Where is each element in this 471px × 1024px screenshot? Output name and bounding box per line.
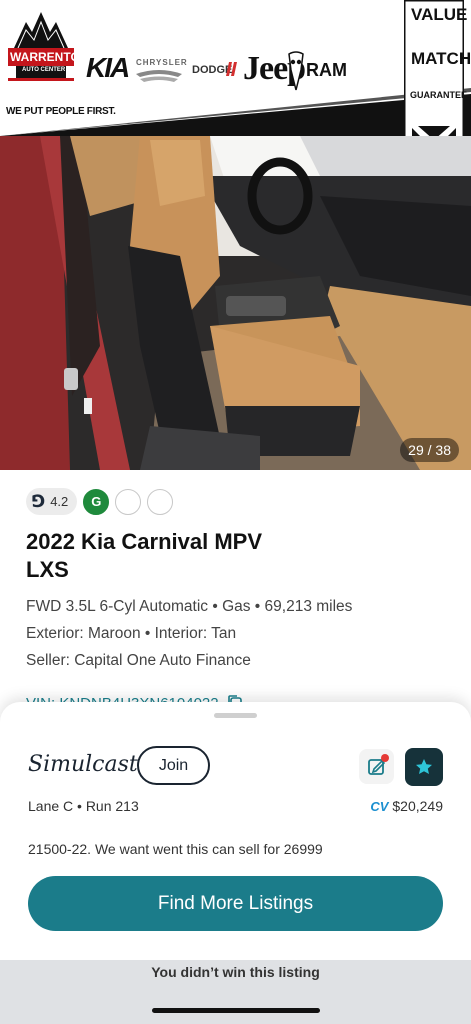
- dodge-stripes-icon: [226, 62, 237, 76]
- edit-note-button[interactable]: [359, 749, 394, 784]
- price-value: $20,249: [392, 798, 443, 814]
- dealer-banner: WARRENTON AUTO CENTER WE PUT PEOPLE FIRS…: [0, 0, 471, 136]
- listing-title: 2022 Kia Carnival MPV LXS: [26, 528, 446, 584]
- dealer-name: WARRENTON: [10, 50, 89, 64]
- brand-chrysler-logo: CHRYSLER: [136, 58, 188, 67]
- join-button[interactable]: Join: [137, 746, 210, 785]
- dealer-subname: AUTO CENTER: [22, 67, 66, 73]
- spec-colors: Exterior: Maroon • Interior: Tan: [26, 625, 237, 642]
- badge-line-match: MATCH: [411, 49, 471, 68]
- photo-counter-badge: 29 / 38: [400, 438, 459, 462]
- edit-icon: [368, 754, 389, 775]
- brand-ram-logo: RAM: [306, 60, 347, 80]
- sheet-drag-handle[interactable]: [214, 713, 257, 718]
- chrysler-wings-logo: [136, 70, 182, 82]
- badge-line-guarantee: GUARANTEE: [410, 90, 468, 100]
- vehicle-photo[interactable]: [0, 136, 471, 470]
- grade-badge-active[interactable]: G: [83, 488, 110, 515]
- grade-badge-empty[interactable]: [147, 488, 174, 515]
- user-note: 21500-22. We want went this can sell for…: [28, 841, 323, 857]
- listing-title-line1: 2022 Kia Carnival MPV: [26, 529, 263, 554]
- price-estimate: CV $20,249: [370, 798, 443, 814]
- google-rating-score: 4.2: [50, 494, 69, 509]
- simulcast-bottom-sheet: Simulcast Join Lane C • Run 213 CV $20,2…: [0, 702, 471, 960]
- badge-line-value: VALUE: [411, 5, 468, 24]
- g-logo-icon: ⅁: [32, 491, 46, 511]
- rating-row: ⅁ 4.2 G: [26, 488, 174, 515]
- warrenton-logo: [8, 12, 74, 81]
- spec-drivetrain-miles: FWD 3.5L 6-Cyl Automatic • Gas • 69,213 …: [26, 598, 353, 615]
- listing-status-footer: You didn’t win this listing: [0, 960, 471, 1024]
- listing-title-line2: LXS: [26, 557, 69, 582]
- vehicle-interior-image: [0, 136, 471, 470]
- home-indicator[interactable]: [152, 1008, 320, 1013]
- star-icon: [416, 759, 432, 774]
- dealer-tagline: WE PUT PEOPLE FIRST.: [6, 106, 116, 117]
- lane-run: Lane C • Run 213: [28, 798, 139, 814]
- google-rating-pill[interactable]: ⅁ 4.2: [26, 488, 78, 515]
- ram-head-icon: [288, 51, 304, 91]
- simulcast-title: Simulcast: [28, 752, 138, 777]
- cv-logo-icon: CV: [370, 798, 389, 814]
- grade-badge-empty[interactable]: [115, 488, 142, 515]
- brand-kia-logo: KIA: [86, 52, 130, 83]
- watchlist-star-button[interactable]: [405, 748, 443, 786]
- find-more-listings-button[interactable]: Find More Listings: [28, 876, 443, 931]
- listing-status-text: You didn’t win this listing: [151, 964, 320, 980]
- spec-seller: Seller: Capital One Auto Finance: [26, 652, 251, 669]
